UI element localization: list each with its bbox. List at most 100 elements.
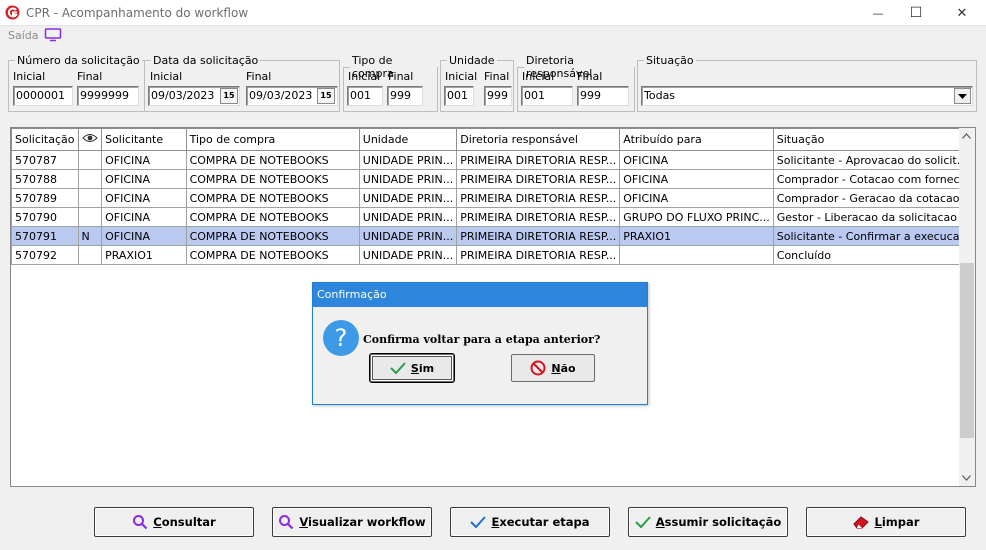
situacao-select[interactable]: Todas xyxy=(641,86,973,106)
limpar-button[interactable]: Limpar xyxy=(806,507,966,537)
table-row[interactable]: 570788 OFICINA COMPRA DE NOTEBOOKS UNIDA… xyxy=(11,169,975,189)
table-row-selected[interactable]: 570791 N OFICINA COMPRA DE NOTEBOOKS UNI… xyxy=(11,226,975,246)
no-button[interactable]: Não xyxy=(511,354,595,382)
cell-atribuido: GRUPO DO FLUXO PRINC... xyxy=(619,207,774,227)
cell-solicitacao: 570791 xyxy=(11,226,79,246)
monitor-icon[interactable] xyxy=(44,28,62,42)
cell-visualizado xyxy=(77,169,103,189)
assumir-solicitacao-button[interactable]: Assumir solicitação xyxy=(628,507,788,537)
col-header-diretoria[interactable]: Diretoria responsável xyxy=(456,128,621,151)
cell-unidade: UNIDADE PRIN... xyxy=(358,188,458,208)
window-title: CPR - Acompanhamento do workflow xyxy=(26,6,249,20)
maximize-icon: ☐ xyxy=(909,5,923,21)
col-header-situacao[interactable]: Situação xyxy=(772,128,975,151)
search-icon xyxy=(279,515,294,530)
unidade-inicial-input[interactable]: 001 xyxy=(444,86,474,106)
cell-unidade: UNIDADE PRIN... xyxy=(358,150,458,170)
tipo-final-input[interactable]: 999 xyxy=(387,86,423,106)
cell-tipo-compra: COMPRA DE NOTEBOOKS xyxy=(185,245,360,265)
diretoria-inicial-label: Inicial xyxy=(522,70,555,83)
cell-unidade: UNIDADE PRIN... xyxy=(358,226,458,246)
cell-unidade: UNIDADE PRIN... xyxy=(358,245,458,265)
col-header-atribuido[interactable]: Atribuído para xyxy=(619,128,774,151)
dropdown-arrow-icon[interactable] xyxy=(954,88,971,104)
consultar-label: Consultar xyxy=(153,515,216,529)
group-situacao-legend: Situação xyxy=(646,54,694,67)
cell-solicitante: OFICINA xyxy=(101,169,187,189)
col-header-solicitacao[interactable]: Solicitação xyxy=(11,128,79,151)
calendar-icon[interactable]: 15 xyxy=(317,88,335,104)
col-header-solicitante[interactable]: Solicitante xyxy=(101,128,187,151)
menu-saida[interactable]: Saída xyxy=(8,29,39,42)
numero-final-label: Final xyxy=(77,70,103,83)
minimize-button[interactable]: — xyxy=(858,0,898,26)
check-icon xyxy=(635,516,651,528)
grid-header-row: Solicitação Solicitante Tipo de compra U… xyxy=(11,128,975,151)
check-icon xyxy=(470,516,487,528)
visualizar-workflow-button[interactable]: Visualizar workflow xyxy=(272,507,432,537)
forbidden-icon xyxy=(530,360,546,376)
question-icon: ? xyxy=(323,320,359,356)
cell-situacao: Comprador - Cotacao com fornec... xyxy=(772,169,975,189)
app-logo-icon xyxy=(5,5,20,20)
eraser-icon xyxy=(852,516,869,529)
scroll-up-icon[interactable] xyxy=(962,133,971,139)
limpar-label: Limpar xyxy=(874,515,920,529)
cell-solicitacao: 570788 xyxy=(11,169,79,189)
executar-etapa-button[interactable]: Executar etapa xyxy=(450,507,610,537)
cell-situacao: Concluído xyxy=(772,245,975,265)
cell-solicitacao: 570792 xyxy=(11,245,79,265)
cell-visualizado xyxy=(77,207,103,227)
search-icon xyxy=(133,515,148,530)
diretoria-inicial-input[interactable]: 001 xyxy=(521,86,573,106)
diretoria-final-label: Final xyxy=(577,70,603,83)
calendar-icon[interactable]: 15 xyxy=(220,88,238,104)
cell-solicitacao: 570789 xyxy=(11,188,79,208)
consultar-button[interactable]: Consultar xyxy=(94,507,254,537)
cell-solicitacao: 570787 xyxy=(11,150,79,170)
cell-unidade: UNIDADE PRIN... xyxy=(358,169,458,189)
maximize-button[interactable]: ☐ xyxy=(896,0,936,26)
cell-atribuido: PRAXIO1 xyxy=(619,226,774,246)
numero-final-input[interactable]: 9999999 xyxy=(77,86,139,106)
numero-inicial-label: Inicial xyxy=(13,70,46,83)
cell-unidade: UNIDADE PRIN... xyxy=(358,207,458,227)
dialog-message: Confirma voltar para a etapa anterior? xyxy=(363,333,601,346)
col-header-unidade[interactable]: Unidade xyxy=(358,128,458,151)
scroll-down-icon[interactable] xyxy=(962,475,971,481)
group-unidade-legend: Unidade xyxy=(449,54,495,67)
cell-atribuido: OFICINA xyxy=(619,188,774,208)
close-icon: ✕ xyxy=(956,5,968,21)
dialog-title: Confirmação xyxy=(313,283,647,307)
table-row[interactable]: 570790 OFICINA COMPRA DE NOTEBOOKS UNIDA… xyxy=(11,207,975,227)
tipo-inicial-input[interactable]: 001 xyxy=(347,86,383,106)
yes-button[interactable]: Sim xyxy=(369,353,455,383)
cell-visualizado xyxy=(77,245,103,265)
check-icon xyxy=(390,362,406,374)
cell-diretoria: PRIMEIRA DIRETORIA RESP... xyxy=(456,226,621,246)
unidade-inicial-label: Inicial xyxy=(445,70,478,83)
close-button[interactable]: ✕ xyxy=(942,0,982,26)
vertical-scrollbar[interactable] xyxy=(959,128,975,486)
no-button-label: Não xyxy=(551,361,576,375)
assumir-label: Assumir solicitação xyxy=(655,515,782,529)
unidade-final-input[interactable]: 999 xyxy=(484,86,512,106)
cell-solicitacao: 570790 xyxy=(11,207,79,227)
cell-tipo-compra: COMPRA DE NOTEBOOKS xyxy=(185,207,360,227)
table-row[interactable]: 570789 OFICINA COMPRA DE NOTEBOOKS UNIDA… xyxy=(11,188,975,208)
col-header-tipo-compra[interactable]: Tipo de compra xyxy=(185,128,360,151)
col-header-visualizado[interactable] xyxy=(77,128,103,151)
cell-situacao: Solicitante - Confirmar a execuca... xyxy=(772,226,975,246)
diretoria-final-input[interactable]: 999 xyxy=(577,86,629,106)
visualizar-label: Visualizar workflow xyxy=(299,515,426,529)
cell-situacao: Comprador - Geracao da cotacao xyxy=(772,188,975,208)
scroll-thumb[interactable] xyxy=(960,263,974,438)
cell-diretoria: PRIMEIRA DIRETORIA RESP... xyxy=(456,169,621,189)
yes-button-label: Sim xyxy=(410,361,435,375)
cell-tipo-compra: COMPRA DE NOTEBOOKS xyxy=(185,150,360,170)
numero-inicial-input[interactable]: 0000001 xyxy=(13,86,73,106)
cell-tipo-compra: COMPRA DE NOTEBOOKS xyxy=(185,226,360,246)
cell-atribuido: OFICINA xyxy=(619,150,774,170)
table-row[interactable]: 570792 PRAXIO1 COMPRA DE NOTEBOOKS UNIDA… xyxy=(11,245,975,265)
table-row[interactable]: 570787 OFICINA COMPRA DE NOTEBOOKS UNIDA… xyxy=(11,150,975,170)
